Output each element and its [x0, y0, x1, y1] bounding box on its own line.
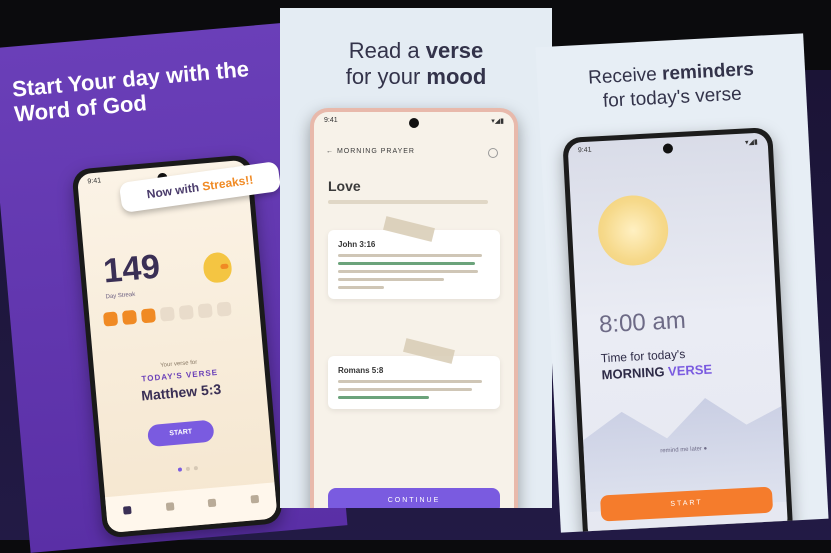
- phone-mockup: 9:41 ▾◢▮ 149 Day Streak Your verse for T…: [71, 154, 283, 539]
- reminder-title: MORNING VERSE: [601, 362, 712, 383]
- sun-icon: [596, 193, 670, 268]
- headline-text: for today's verse: [602, 83, 743, 112]
- phone-screen: 9:41 ▾◢▮ ← MORNING PRAYER Love John 3:16…: [314, 112, 514, 508]
- reminder-time: 8:00 am: [598, 306, 687, 339]
- verse-card[interactable]: Romans 5:8: [328, 356, 500, 409]
- phone-screen: 9:41 ▾◢▮ 8:00 am Time for today's MORNIN…: [567, 132, 789, 533]
- screen-header[interactable]: ← MORNING PRAYER: [326, 148, 502, 155]
- streak-caption: Day Streak: [105, 291, 136, 301]
- headline-text: Read a: [348, 38, 426, 63]
- text-line: [338, 388, 472, 391]
- streak-day: [159, 306, 175, 322]
- status-time: 9:41: [87, 177, 102, 186]
- status-icons: ▾◢▮: [491, 118, 504, 125]
- streak-day-done: [140, 308, 157, 324]
- start-button[interactable]: START: [146, 419, 215, 448]
- panel-headline: Read a verse for your mood: [280, 38, 552, 90]
- text-line: [338, 396, 430, 399]
- tab-home[interactable]: [120, 505, 135, 521]
- bible-icon: [165, 502, 175, 511]
- promo-panel-reminders: Receive reminders for today's verse 9:41…: [535, 33, 829, 533]
- camera-notch: [409, 118, 419, 128]
- streak-day: [178, 304, 194, 320]
- text-line: [338, 380, 483, 383]
- continue-button[interactable]: CONTINUE: [328, 488, 500, 508]
- page-dot[interactable]: [177, 467, 183, 472]
- tab-verses[interactable]: [205, 498, 220, 513]
- text-line: [338, 286, 384, 289]
- reminder-title-accent: VERSE: [667, 361, 713, 379]
- page-dot[interactable]: [193, 466, 199, 471]
- chick-mascot-icon: [202, 251, 233, 284]
- home-icon: [123, 505, 132, 515]
- panel-headline: Start Your day with the Word of God: [11, 56, 250, 127]
- headline-bold: reminders: [661, 58, 755, 85]
- verse-card-ref: Romans 5:8: [338, 366, 384, 375]
- panel-headline: Receive reminders for today's verse: [537, 55, 807, 117]
- promo-panel-mood: Read a verse for your mood 9:41 ▾◢▮ ← MO…: [280, 8, 552, 508]
- phone-screen: 9:41 ▾◢▮ 149 Day Streak Your verse for T…: [76, 159, 278, 534]
- page-dot[interactable]: [185, 466, 191, 472]
- tab-more[interactable]: [247, 494, 262, 510]
- headline-text: Receive: [587, 63, 663, 89]
- bottom-tab-bar: [105, 482, 278, 534]
- text-line: [338, 262, 475, 265]
- todays-verse-block: Your verse for TODAY'S VERSE Matthew 5:3: [94, 354, 267, 408]
- text-line: [338, 278, 445, 281]
- reminder-title-text: MORNING: [601, 363, 669, 383]
- headline-text: for your: [345, 64, 427, 89]
- more-icon: [250, 494, 259, 504]
- headline-bold: verse: [425, 38, 484, 63]
- streak-day: [197, 303, 213, 319]
- status-time: 9:41: [324, 117, 338, 124]
- phone-mockup: 9:41 ▾◢▮ 8:00 am Time for today's MORNIN…: [562, 127, 794, 533]
- verse-card-ref: John 3:16: [338, 240, 376, 249]
- streak-day: [216, 301, 232, 317]
- text-line: [338, 254, 483, 257]
- callout-text: Now with: [145, 179, 204, 202]
- mood-subtitle: [328, 200, 488, 204]
- status-icons: ▾◢▮: [744, 138, 758, 147]
- status-time: 9:41: [577, 146, 592, 155]
- verses-icon: [207, 498, 217, 508]
- text-line: [338, 270, 478, 273]
- callout-accent: Streaks!!: [201, 172, 255, 194]
- streak-day-done: [102, 311, 119, 327]
- page-dots: [102, 451, 273, 484]
- tab-bible[interactable]: [163, 502, 178, 517]
- phone-mockup: 9:41 ▾◢▮ ← MORNING PRAYER Love John 3:16…: [310, 108, 518, 508]
- streak-day-done: [121, 309, 138, 325]
- mood-title: Love: [328, 178, 361, 194]
- verse-card[interactable]: John 3:16: [328, 230, 500, 299]
- search-icon[interactable]: [488, 148, 498, 158]
- headline-bold: mood: [426, 64, 487, 89]
- streak-count: 149: [101, 247, 162, 291]
- streak-days: [102, 301, 232, 327]
